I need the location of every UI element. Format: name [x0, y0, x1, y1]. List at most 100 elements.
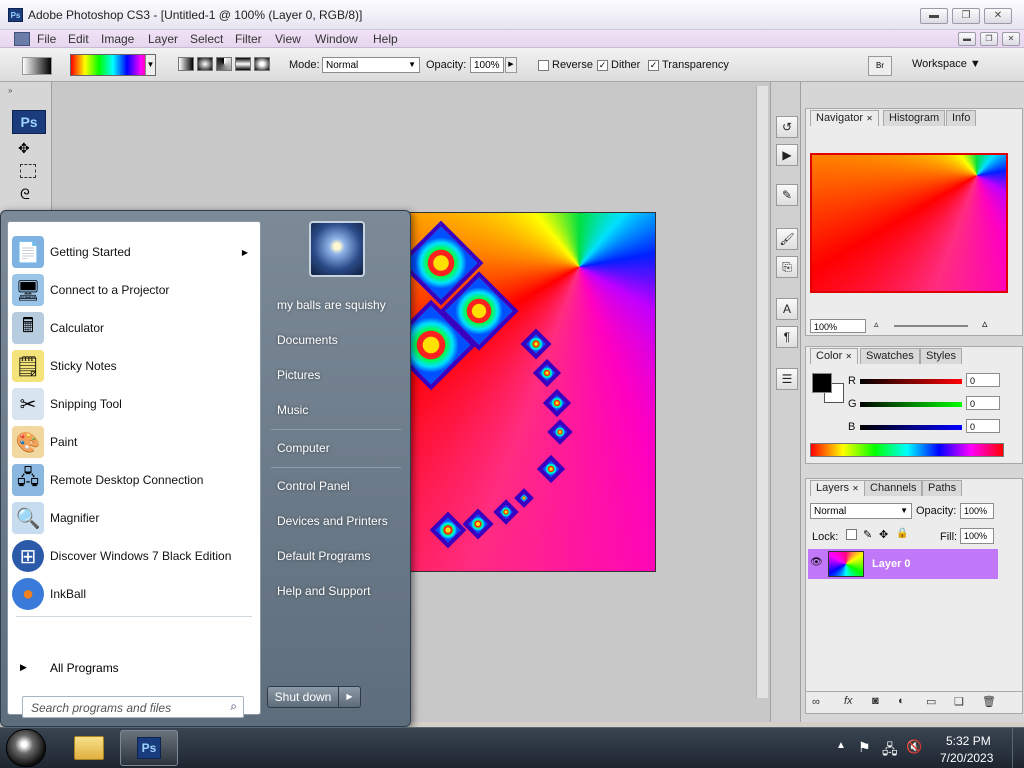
workspace-button[interactable]: Workspace ▼ — [912, 58, 981, 70]
user-picture[interactable] — [309, 221, 365, 277]
close-button[interactable]: ✕ — [984, 8, 1012, 24]
action-center-flag-icon[interactable]: ⚑ — [858, 739, 871, 756]
tab-color[interactable]: Color ✕ — [810, 348, 859, 364]
diamond-gradient-button[interactable] — [254, 57, 270, 71]
actions-icon[interactable]: ▶ — [776, 144, 798, 166]
navigator-zoom-slider[interactable] — [894, 325, 968, 327]
layer-opacity-input[interactable]: 100% — [960, 503, 994, 519]
layer-row[interactable]: 👁 Layer 0 — [808, 549, 998, 579]
clone-source-icon[interactable]: ⎘ — [776, 256, 798, 278]
linear-gradient-button[interactable] — [178, 57, 194, 71]
menu-edit[interactable]: Edit — [68, 32, 89, 46]
radial-gradient-button[interactable] — [197, 57, 213, 71]
program-remote-desktop[interactable]: 🖧 Remote Desktop Connection — [12, 462, 256, 498]
blue-slider[interactable] — [860, 425, 962, 430]
start-button[interactable] — [6, 729, 46, 767]
green-slider[interactable] — [860, 402, 962, 407]
g-input[interactable]: 0 — [966, 396, 1000, 410]
program-paint[interactable]: 🎨 Paint — [12, 424, 256, 460]
adjustment-layer-icon[interactable]: ◐ — [898, 695, 905, 707]
music-link[interactable]: Music — [277, 403, 308, 417]
program-discover-windows[interactable]: ⊞ Discover Windows 7 Black Edition — [12, 538, 256, 574]
tab-histogram[interactable]: Histogram — [883, 110, 946, 126]
start-search-box[interactable]: Search programs and files ⌕ — [22, 696, 244, 718]
explorer-taskbar-button[interactable] — [64, 730, 112, 766]
menu-help[interactable]: Help — [373, 32, 398, 46]
doc-minimize-button[interactable]: ▬ — [958, 32, 976, 46]
program-sticky-notes[interactable]: 🗒 Sticky Notes — [12, 348, 256, 384]
close-icon[interactable]: ✕ — [866, 114, 873, 123]
close-icon[interactable]: ✕ — [852, 484, 859, 493]
marquee-tool-icon[interactable] — [20, 164, 36, 178]
show-desktop-button[interactable] — [1012, 728, 1024, 768]
gradient-tool-preset-icon[interactable] — [22, 57, 52, 75]
all-programs-button[interactable]: ▶ All Programs — [16, 660, 252, 678]
delete-layer-icon[interactable]: 🗑 — [982, 695, 996, 708]
help-support-link[interactable]: Help and Support — [277, 584, 370, 598]
shutdown-button[interactable]: Shut down — [267, 686, 339, 708]
zoom-out-icon[interactable]: ▵ — [874, 319, 879, 330]
paragraph-icon[interactable]: ¶ — [776, 326, 798, 348]
fill-input[interactable]: 100% — [960, 528, 994, 544]
show-hidden-icons-icon[interactable]: ▲ — [836, 740, 846, 751]
visibility-eye-icon[interactable]: 👁 — [810, 557, 823, 568]
tab-channels[interactable]: Channels — [864, 480, 923, 496]
shutdown-options-button[interactable]: ▶ — [339, 686, 361, 708]
transparency-checkbox[interactable]: ✓ — [648, 60, 659, 71]
clock-time[interactable]: 5:32 PM — [946, 734, 991, 748]
toolbox-ps-logo[interactable]: Ps — [12, 110, 46, 134]
zoom-in-icon[interactable]: ▵ — [982, 317, 988, 330]
layer-name[interactable]: Layer 0 — [872, 558, 911, 570]
link-layers-icon[interactable]: ∞ — [812, 696, 820, 708]
doc-restore-button[interactable]: ❐ — [980, 32, 998, 46]
menu-layer[interactable]: Layer — [148, 32, 178, 46]
close-icon[interactable]: ✕ — [845, 352, 852, 361]
menu-select[interactable]: Select — [190, 32, 223, 46]
bridge-button[interactable]: Br — [868, 56, 892, 76]
devices-printers-link[interactable]: Devices and Printers — [277, 514, 388, 528]
lock-paint-icon[interactable]: ✎ — [863, 528, 872, 541]
gradient-picker[interactable] — [70, 54, 156, 76]
layer-comps-icon[interactable]: ☰ — [776, 368, 798, 390]
lock-transparent-icon[interactable] — [846, 529, 857, 540]
toolbox-collapse-icon[interactable]: » — [8, 86, 12, 95]
opacity-slider-arrow-icon[interactable]: ▶ — [505, 57, 517, 73]
reflected-gradient-button[interactable] — [235, 57, 251, 71]
brushes-icon[interactable]: 🖌 — [776, 228, 798, 250]
tab-layers[interactable]: Layers ✕ — [810, 480, 865, 496]
history-icon[interactable]: ↺ — [776, 116, 798, 138]
foreground-color-swatch[interactable] — [812, 373, 832, 393]
menu-view[interactable]: View — [275, 32, 301, 46]
b-input[interactable]: 0 — [966, 419, 1000, 433]
tab-info[interactable]: Info — [946, 110, 977, 126]
move-tool-icon[interactable]: ✥ — [18, 140, 30, 157]
r-input[interactable]: 0 — [966, 373, 1000, 387]
program-connect-to-projector[interactable]: 🖥 Connect to a Projector — [12, 272, 256, 308]
tool-presets-icon[interactable]: ✎ — [776, 184, 798, 206]
restore-button[interactable]: ❐ — [952, 8, 980, 24]
menu-window[interactable]: Window — [315, 32, 358, 46]
dither-checkbox[interactable]: ✓ — [597, 60, 608, 71]
clock-date[interactable]: 7/20/2023 — [940, 751, 993, 765]
character-icon[interactable]: A — [776, 298, 798, 320]
network-icon[interactable]: 🖧 — [882, 739, 898, 763]
red-slider[interactable] — [860, 379, 962, 384]
program-inkball[interactable]: ● InkBall — [12, 576, 256, 612]
new-group-icon[interactable]: ▭ — [926, 695, 936, 708]
opacity-input[interactable]: 100% — [470, 57, 504, 73]
tab-swatches[interactable]: Swatches — [860, 348, 920, 364]
menu-file[interactable]: File — [37, 32, 56, 46]
lasso-tool-icon[interactable]: ᘓ — [20, 186, 30, 203]
layer-mask-icon[interactable]: ◙ — [872, 695, 879, 707]
chevron-down-icon[interactable]: ▼ — [145, 55, 155, 75]
tab-paths[interactable]: Paths — [922, 480, 963, 496]
control-panel-link[interactable]: Control Panel — [277, 479, 350, 493]
photoshop-taskbar-button[interactable]: Ps — [120, 730, 178, 766]
new-layer-icon[interactable]: ❏ — [954, 695, 964, 708]
pictures-link[interactable]: Pictures — [277, 368, 320, 382]
menu-filter[interactable]: Filter — [235, 32, 262, 46]
navigator-thumbnail[interactable] — [810, 153, 1008, 293]
documents-link[interactable]: Documents — [277, 333, 338, 347]
minimize-button[interactable]: ▬ — [920, 8, 948, 24]
angle-gradient-button[interactable] — [216, 57, 232, 71]
